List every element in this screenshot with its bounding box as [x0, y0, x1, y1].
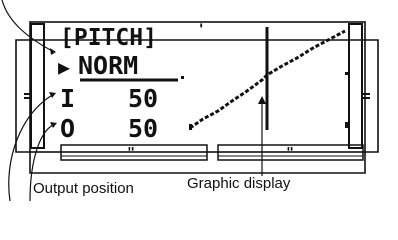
mode-value: NORM [78, 51, 138, 80]
trim-mark-right: " [286, 146, 294, 161]
trim-mark-left: " [127, 146, 135, 161]
output-value: 50 [128, 114, 158, 143]
input-value: 50 [128, 84, 158, 113]
output-label: O [60, 114, 75, 143]
input-label: I [60, 84, 75, 113]
caption-graphic-display: Graphic display [187, 175, 291, 192]
leader-top [1, 0, 55, 53]
screen-title: [PITCH] [60, 25, 157, 51]
mode-marker: ▶ [58, 55, 70, 79]
right-side-bar [348, 23, 363, 149]
lcd-diagram: [PITCH] ' ▶ NORM I 50 O 50 " " [1, 0, 379, 201]
title-tick: ' [197, 22, 205, 38]
caption-output-position: Output position [33, 180, 134, 197]
